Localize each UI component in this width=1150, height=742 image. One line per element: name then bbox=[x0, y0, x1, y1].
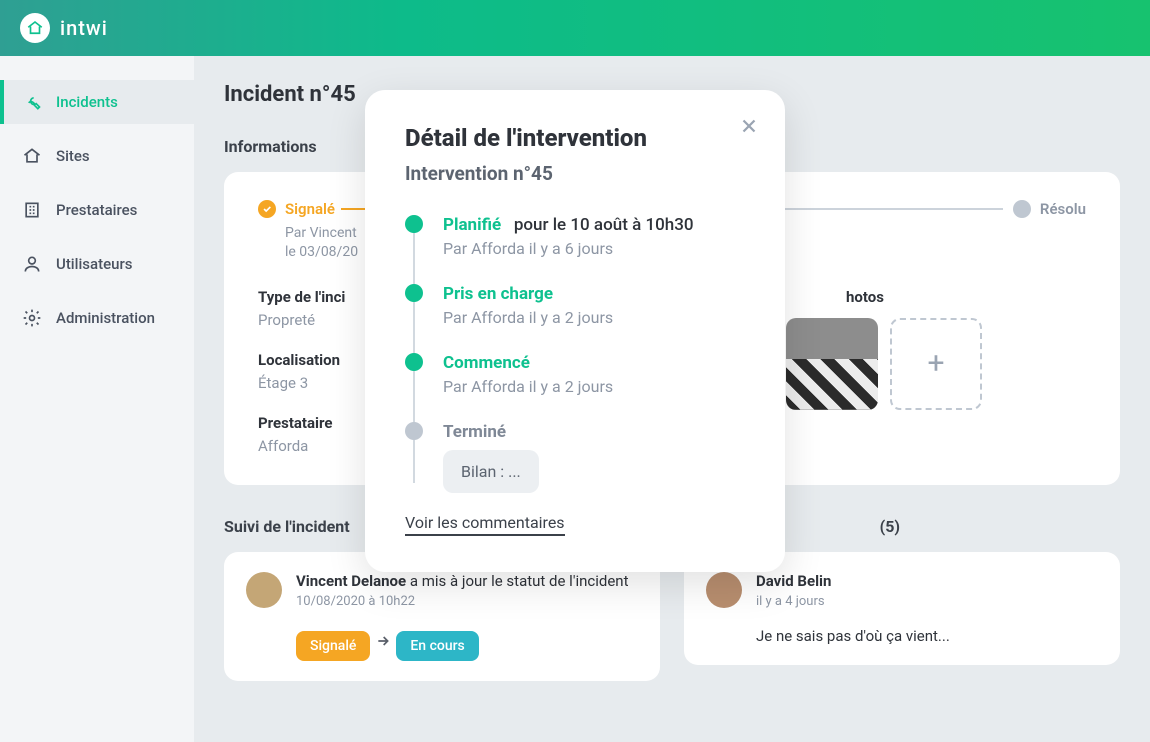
close-icon bbox=[738, 115, 760, 137]
activity-text: Vincent Delanoe a mis à jour le statut d… bbox=[296, 572, 638, 590]
timeline-step-pris-en-charge: Pris en charge Par Afforda il y a 2 jour… bbox=[405, 284, 745, 327]
sidebar-item-utilisateurs[interactable]: Utilisateurs bbox=[0, 242, 194, 286]
close-button[interactable] bbox=[735, 112, 763, 140]
bilan-input[interactable]: Bilan : ... bbox=[443, 450, 539, 493]
sidebar-item-administration[interactable]: Administration bbox=[0, 296, 194, 340]
photo-thumbnail[interactable] bbox=[786, 318, 878, 410]
timeline-step-title: Planifié pour le 10 août à 10h30 bbox=[443, 215, 745, 235]
activity-time: 10/08/2020 à 10h22 bbox=[296, 594, 638, 609]
comment-time: il y a 4 jours bbox=[756, 594, 1098, 609]
timeline-step-title: Terminé bbox=[443, 422, 745, 442]
stepper-step-resolu: Résolu bbox=[1013, 200, 1086, 218]
gear-icon bbox=[22, 308, 42, 328]
timeline-step-title: Commencé bbox=[443, 353, 745, 373]
activity-action: a mis à jour le statut de l'incident bbox=[406, 572, 628, 590]
avatar bbox=[246, 572, 282, 608]
app-logo[interactable]: intwi bbox=[20, 13, 108, 43]
logo-mark-icon bbox=[20, 13, 50, 43]
stepper-step-label: Résolu bbox=[1040, 200, 1086, 218]
intervention-detail-modal: Détail de l'intervention Intervention n°… bbox=[365, 90, 785, 572]
dot-icon bbox=[405, 215, 423, 233]
sidebar-item-sites[interactable]: Sites bbox=[0, 134, 194, 178]
dot-icon bbox=[405, 284, 423, 302]
timeline-step-title: Pris en charge bbox=[443, 284, 745, 304]
timeline: Planifié pour le 10 août à 10h30 Par Aff… bbox=[405, 215, 745, 493]
sidebar-item-label: Sites bbox=[56, 147, 90, 165]
timeline-step-sub: Par Afforda il y a 6 jours bbox=[443, 239, 745, 258]
check-icon bbox=[258, 200, 276, 218]
sidebar-item-label: Prestataires bbox=[56, 201, 137, 219]
sidebar-item-label: Incidents bbox=[56, 93, 118, 111]
modal-subtitle: Intervention n°45 bbox=[405, 162, 745, 185]
home-icon bbox=[22, 146, 42, 166]
sidebar-item-prestataires[interactable]: Prestataires bbox=[0, 188, 194, 232]
status-pill-to: En cours bbox=[396, 631, 478, 661]
timeline-step-sub: Par Afforda il y a 2 jours bbox=[443, 377, 745, 396]
avatar bbox=[706, 572, 742, 608]
view-comments-link[interactable]: Voir les commentaires bbox=[405, 513, 565, 536]
stepper-step-sub: Par Vincent le 03/08/20 bbox=[285, 224, 358, 262]
add-photo-button[interactable]: + bbox=[890, 318, 982, 410]
stepper-sub-line2: le 03/08/20 bbox=[285, 243, 358, 262]
timeline-title-extra: pour le 10 août à 10h30 bbox=[514, 215, 694, 235]
timeline-step-termine: Terminé Bilan : ... bbox=[405, 422, 745, 493]
stepper-connector bbox=[341, 208, 365, 210]
dot-icon bbox=[1013, 200, 1031, 218]
activity-actor: Vincent Delanoe bbox=[296, 572, 406, 590]
app-brand-text: intwi bbox=[60, 16, 108, 40]
dot-icon bbox=[405, 422, 423, 440]
building-icon bbox=[22, 200, 42, 220]
plus-icon: + bbox=[927, 346, 944, 381]
comment-author: David Belin bbox=[756, 572, 831, 590]
sidebar: Incidents Sites Prestataires Utilisateur… bbox=[0, 56, 194, 742]
comment-body: Je ne sais pas d'où ça vient... bbox=[756, 627, 1098, 645]
arrow-right-icon bbox=[370, 633, 396, 649]
sidebar-item-label: Administration bbox=[56, 309, 155, 327]
timeline-step-commence: Commencé Par Afforda il y a 2 jours bbox=[405, 353, 745, 396]
comment-author-row: David Belin bbox=[756, 572, 1098, 590]
timeline-step-planifie: Planifié pour le 10 août à 10h30 Par Aff… bbox=[405, 215, 745, 258]
sidebar-item-label: Utilisateurs bbox=[56, 255, 132, 273]
timeline-step-sub: Par Afforda il y a 2 jours bbox=[443, 308, 745, 327]
stepper-step-signale: Signalé Par Vincent le 03/08/20 bbox=[258, 200, 371, 262]
topbar: intwi bbox=[0, 0, 1150, 56]
wrench-icon bbox=[22, 92, 42, 112]
dot-icon bbox=[405, 353, 423, 371]
user-icon bbox=[22, 254, 42, 274]
status-pill-from: Signalé bbox=[296, 631, 370, 661]
sidebar-item-incidents[interactable]: Incidents bbox=[0, 80, 194, 124]
stepper-step-label: Signalé bbox=[285, 200, 335, 218]
modal-title: Détail de l'intervention bbox=[405, 124, 745, 152]
info-label-photos: hotos bbox=[846, 288, 1086, 306]
timeline-title-text: Planifié bbox=[443, 215, 501, 235]
stepper-sub-line1: Par Vincent bbox=[285, 224, 358, 243]
